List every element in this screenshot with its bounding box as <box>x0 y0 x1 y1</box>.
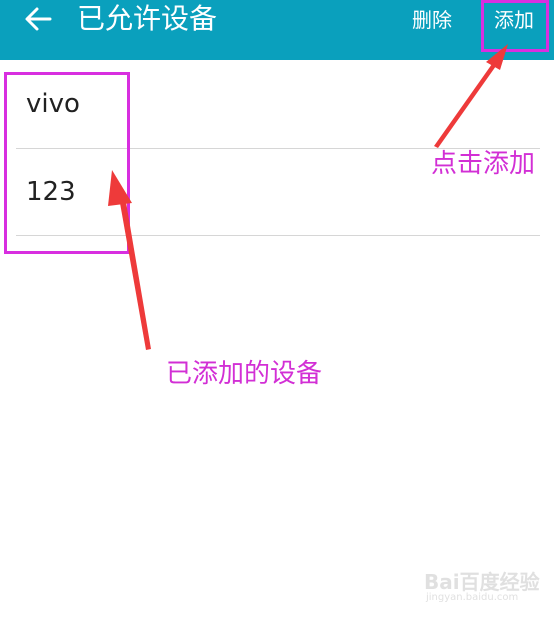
delete-button[interactable]: 删除 <box>412 6 452 34</box>
added-devices-note: 已添加的设备 <box>166 359 323 389</box>
watermark-brand: Bai百度经验 <box>424 570 540 594</box>
baidu-watermark: Bai百度经验 jingyan.baidu.com <box>424 566 540 610</box>
add-button-highlight <box>481 0 549 52</box>
watermark-url: jingyan.baidu.com <box>426 592 519 603</box>
back-button[interactable] <box>22 4 54 34</box>
page-title: 已允许设备 <box>77 2 218 35</box>
arrow-left-icon <box>25 7 52 31</box>
device-list-highlight <box>4 72 130 254</box>
click-add-note: 点击添加 <box>431 149 536 179</box>
app-bar: 已允许设备 删除 添加 <box>0 0 554 60</box>
